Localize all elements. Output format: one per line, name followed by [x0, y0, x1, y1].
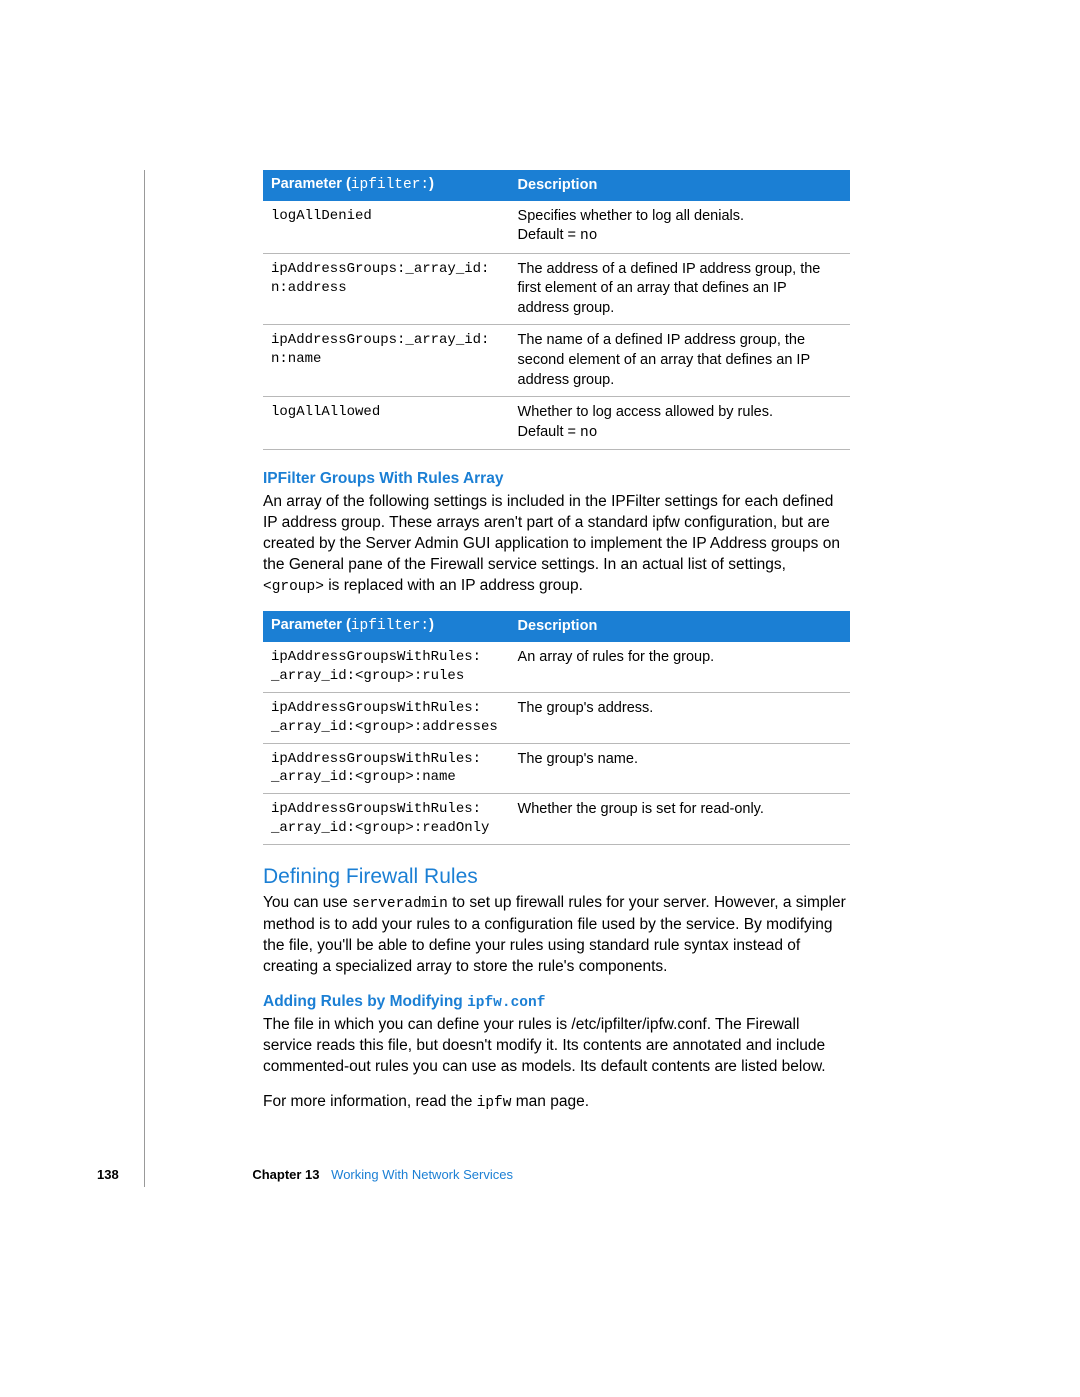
- desc-cell: The group's address.: [510, 692, 850, 743]
- table-row: ipAddressGroupsWithRules: _array_id:<gro…: [263, 692, 850, 743]
- header-description: Description: [510, 170, 850, 201]
- param-cell: logAllAllowed: [263, 397, 510, 450]
- param-cell: logAllDenied: [263, 201, 510, 254]
- desc-cell: Whether the group is set for read-only.: [510, 794, 850, 845]
- table-row: ipAddressGroupsWithRules: _array_id:<gro…: [263, 642, 850, 692]
- desc-text: Default = no: [518, 226, 842, 247]
- desc-cell: The name of a defined IP address group, …: [510, 325, 850, 397]
- param-cell: ipAddressGroupsWithRules: _array_id:<gro…: [263, 794, 510, 845]
- table-row: ipAddressGroups:_array_id: n:address The…: [263, 253, 850, 325]
- subheading-ipfilter-groups: IPFilter Groups With Rules Array: [263, 470, 850, 488]
- param-cell: ipAddressGroupsWithRules: _array_id:<gro…: [263, 642, 510, 692]
- header-parameter: Parameter (ipfilter:): [263, 611, 510, 642]
- header-text: ): [429, 176, 434, 192]
- table-header: Parameter (ipfilter:) Description: [263, 611, 850, 642]
- desc-text: Specifies whether to log all denials.: [518, 207, 842, 227]
- chapter-name: Working With Network Services: [331, 1167, 513, 1182]
- header-code: ipfilter:: [351, 618, 429, 634]
- header-code: ipfilter:: [351, 177, 429, 193]
- param-cell: ipAddressGroupsWithRules: _array_id:<gro…: [263, 743, 510, 794]
- header-text: Parameter (: [271, 176, 351, 192]
- header-parameter: Parameter (ipfilter:): [263, 170, 510, 201]
- paragraph: An array of the following settings is in…: [263, 492, 850, 597]
- table-row: ipAddressGroupsWithRules: _array_id:<gro…: [263, 794, 850, 845]
- table-row: ipAddressGroups:_array_id: n:name The na…: [263, 325, 850, 397]
- desc-cell: Whether to log access allowed by rules. …: [510, 397, 850, 450]
- table-row: logAllDenied Specifies whether to log al…: [263, 201, 850, 254]
- paragraph: You can use serveradmin to set up firewa…: [263, 893, 850, 977]
- desc-text: Default = no: [518, 423, 842, 444]
- vertical-rule: [144, 170, 145, 1187]
- table-row: ipAddressGroupsWithRules: _array_id:<gro…: [263, 743, 850, 794]
- param-table-1: Parameter (ipfilter:) Description logAll…: [263, 170, 850, 450]
- param-table-2: Parameter (ipfilter:) Description ipAddr…: [263, 611, 850, 845]
- heading-defining-firewall-rules: Defining Firewall Rules: [263, 865, 850, 889]
- param-cell: ipAddressGroupsWithRules: _array_id:<gro…: [263, 692, 510, 743]
- desc-cell: The address of a defined IP address grou…: [510, 253, 850, 325]
- desc-cell: Specifies whether to log all denials. De…: [510, 201, 850, 254]
- table-row: logAllAllowed Whether to log access allo…: [263, 397, 850, 450]
- desc-cell: The group's name.: [510, 743, 850, 794]
- desc-cell: An array of rules for the group.: [510, 642, 850, 692]
- page-number: 138: [97, 1167, 119, 1182]
- param-cell: ipAddressGroups:_array_id: n:address: [263, 253, 510, 325]
- desc-text: Whether to log access allowed by rules.: [518, 403, 842, 423]
- header-text: ): [429, 617, 434, 633]
- paragraph: For more information, read the ipfw man …: [263, 1092, 850, 1114]
- header-description: Description: [510, 611, 850, 642]
- subheading-adding-rules: Adding Rules by Modifying ipfw.conf: [263, 993, 850, 1011]
- header-text: Parameter (: [271, 617, 351, 633]
- page-footer: 138 Chapter 13 Working With Network Serv…: [97, 1167, 513, 1182]
- param-cell: ipAddressGroups:_array_id: n:name: [263, 325, 510, 397]
- paragraph: The file in which you can define your ru…: [263, 1015, 850, 1078]
- page: Parameter (ipfilter:) Description logAll…: [0, 0, 1080, 1397]
- table-header: Parameter (ipfilter:) Description: [263, 170, 850, 201]
- chapter-label: Chapter 13: [252, 1167, 319, 1182]
